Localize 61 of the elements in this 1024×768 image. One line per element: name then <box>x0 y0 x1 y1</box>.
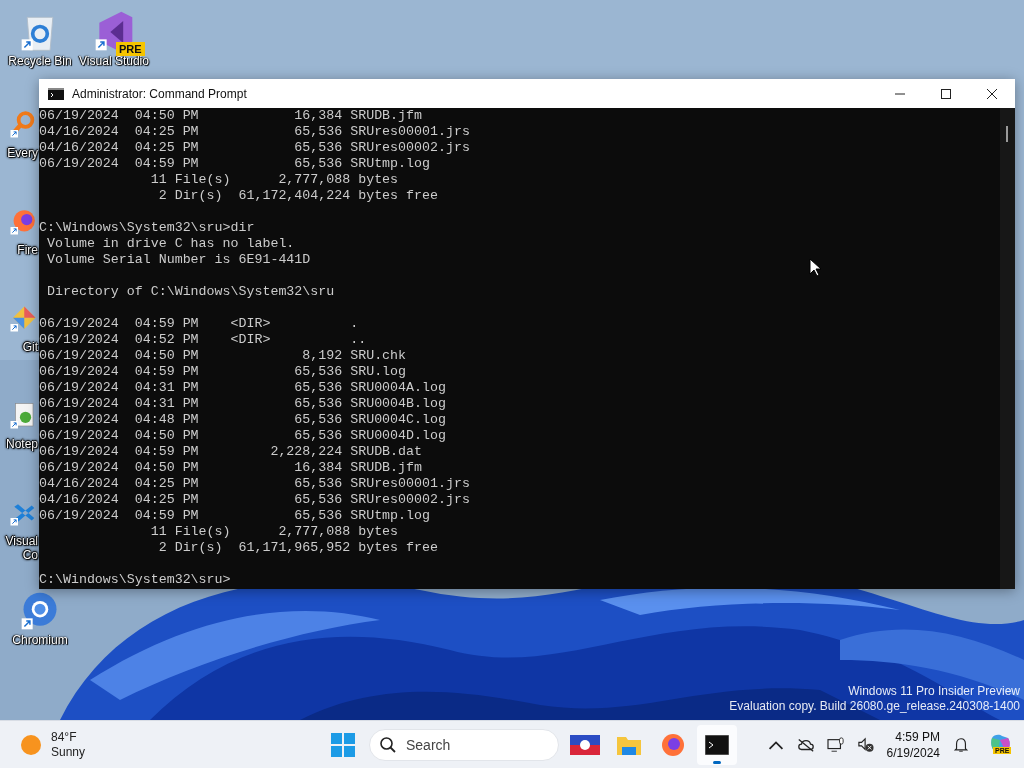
cloud-off-icon[interactable] <box>796 736 815 753</box>
icon-label[interactable]: Git <box>22 340 38 354</box>
icon-label[interactable]: Notep <box>5 437 38 451</box>
console-line: 06/19/2024 04:59 PM 65,536 SRUtmp.log <box>39 508 430 524</box>
console-line: 06/19/2024 04:48 PM 65,536 SRU0004C.log <box>39 412 446 428</box>
icon-label[interactable]: Recycle Bin <box>8 54 72 68</box>
console-line: 06/19/2024 04:50 PM 65,536 SRU0004D.log <box>39 428 446 444</box>
maximize-icon <box>941 88 951 99</box>
monitor-icon[interactable] <box>826 736 845 753</box>
mouse-pointer-icon <box>809 258 821 277</box>
terminal-icon <box>705 734 729 755</box>
firefox-icon <box>661 732 685 757</box>
icon-label[interactable]: Every <box>7 146 38 160</box>
console-line: 06/19/2024 04:50 PM 16,384 SRUDB.jfm <box>39 108 422 124</box>
console-line: 06/19/2024 04:31 PM 65,536 SRU0004B.log <box>39 396 446 412</box>
terminal-button[interactable] <box>697 724 737 765</box>
console-line: 04/16/2024 04:25 PM 65,536 SRUres00002.jrs <box>39 140 470 156</box>
console-line: 04/16/2024 04:25 PM 65,536 SRUres00001.jrs <box>39 476 470 492</box>
icon-label[interactable]: Co <box>22 548 38 562</box>
flag-icon <box>569 732 601 757</box>
windows-logo-icon <box>331 732 355 757</box>
console-line: 06/19/2024 04:31 PM 65,536 SRU0004A.log <box>39 380 446 396</box>
console-line: 06/19/2024 04:50 PM 16,384 SRUDB.jfm <box>39 460 422 476</box>
weather-condition[interactable]: Sunny <box>51 744 86 760</box>
console-line: 06/19/2024 04:59 PM <DIR> . <box>39 316 359 332</box>
firefox-icon[interactable] <box>8 207 38 237</box>
icon-label[interactable]: Visual Studio <box>79 54 149 68</box>
close-icon <box>987 88 997 99</box>
console-line: 06/19/2024 04:59 PM 2,228,224 SRUDB.dat <box>39 444 422 460</box>
preview-badge: PRE <box>116 42 145 56</box>
icon-label[interactable]: Chromium <box>12 633 68 647</box>
window-title: Administrator: Command Prompt <box>72 86 248 101</box>
terminal-icon <box>48 87 64 100</box>
console-line: C:\Windows\System32\sru>dir <box>39 220 255 236</box>
console-line: C:\Windows\System32\sru> <box>39 572 231 588</box>
clock-time[interactable]: 4:59 PM <box>895 728 940 745</box>
diamond-icon[interactable] <box>8 304 38 334</box>
console-line: Volume Serial Number is 6E91-441D <box>45 252 311 268</box>
bell-icon[interactable] <box>952 736 970 753</box>
console-line: Volume in drive C has no label. <box>45 236 295 252</box>
temperature[interactable]: 84°F <box>51 729 86 745</box>
search-field[interactable]: Search <box>369 728 559 761</box>
console-line: Directory of C:\Windows\System32\sru <box>45 284 335 300</box>
console-line: 04/16/2024 04:25 PM 65,536 SRUres00001.jrs <box>39 124 470 140</box>
icon-label[interactable]: Fire <box>17 243 38 257</box>
console-line: 11 File(s) 2,777,088 bytes <box>149 172 399 188</box>
watermark-text: Evaluation copy. Build 26080.ge_release.240308-1400 <box>729 699 1020 714</box>
watermark-text: Windows 11 Pro Insider Preview <box>848 684 1020 699</box>
scrollbar[interactable] <box>1000 108 1015 589</box>
icon-label[interactable]: Visual <box>5 534 38 548</box>
console-line: 06/19/2024 04:59 PM 65,536 SRUtmp.log <box>39 156 430 172</box>
console-line: 06/19/2024 04:52 PM <DIR> .. <box>39 332 367 348</box>
search-icon <box>379 735 397 754</box>
console-line: 06/19/2024 04:59 PM 65,536 SRU.log <box>39 364 407 380</box>
console-line: 2 Dir(s) 61,172,404,224 bytes free <box>157 188 438 204</box>
clock-date[interactable]: 6/19/2024 <box>886 744 940 761</box>
speaker-muted-icon[interactable] <box>856 736 875 753</box>
console-line: 04/16/2024 04:25 PM 65,536 SRUres00002.jrs <box>39 492 470 508</box>
console-line: 2 Dir(s) 61,171,965,952 bytes free <box>157 540 438 556</box>
console-line: 11 File(s) 2,777,088 bytes <box>149 524 399 540</box>
console-line: 06/19/2024 04:50 PM 8,192 SRU.chk <box>39 348 407 364</box>
